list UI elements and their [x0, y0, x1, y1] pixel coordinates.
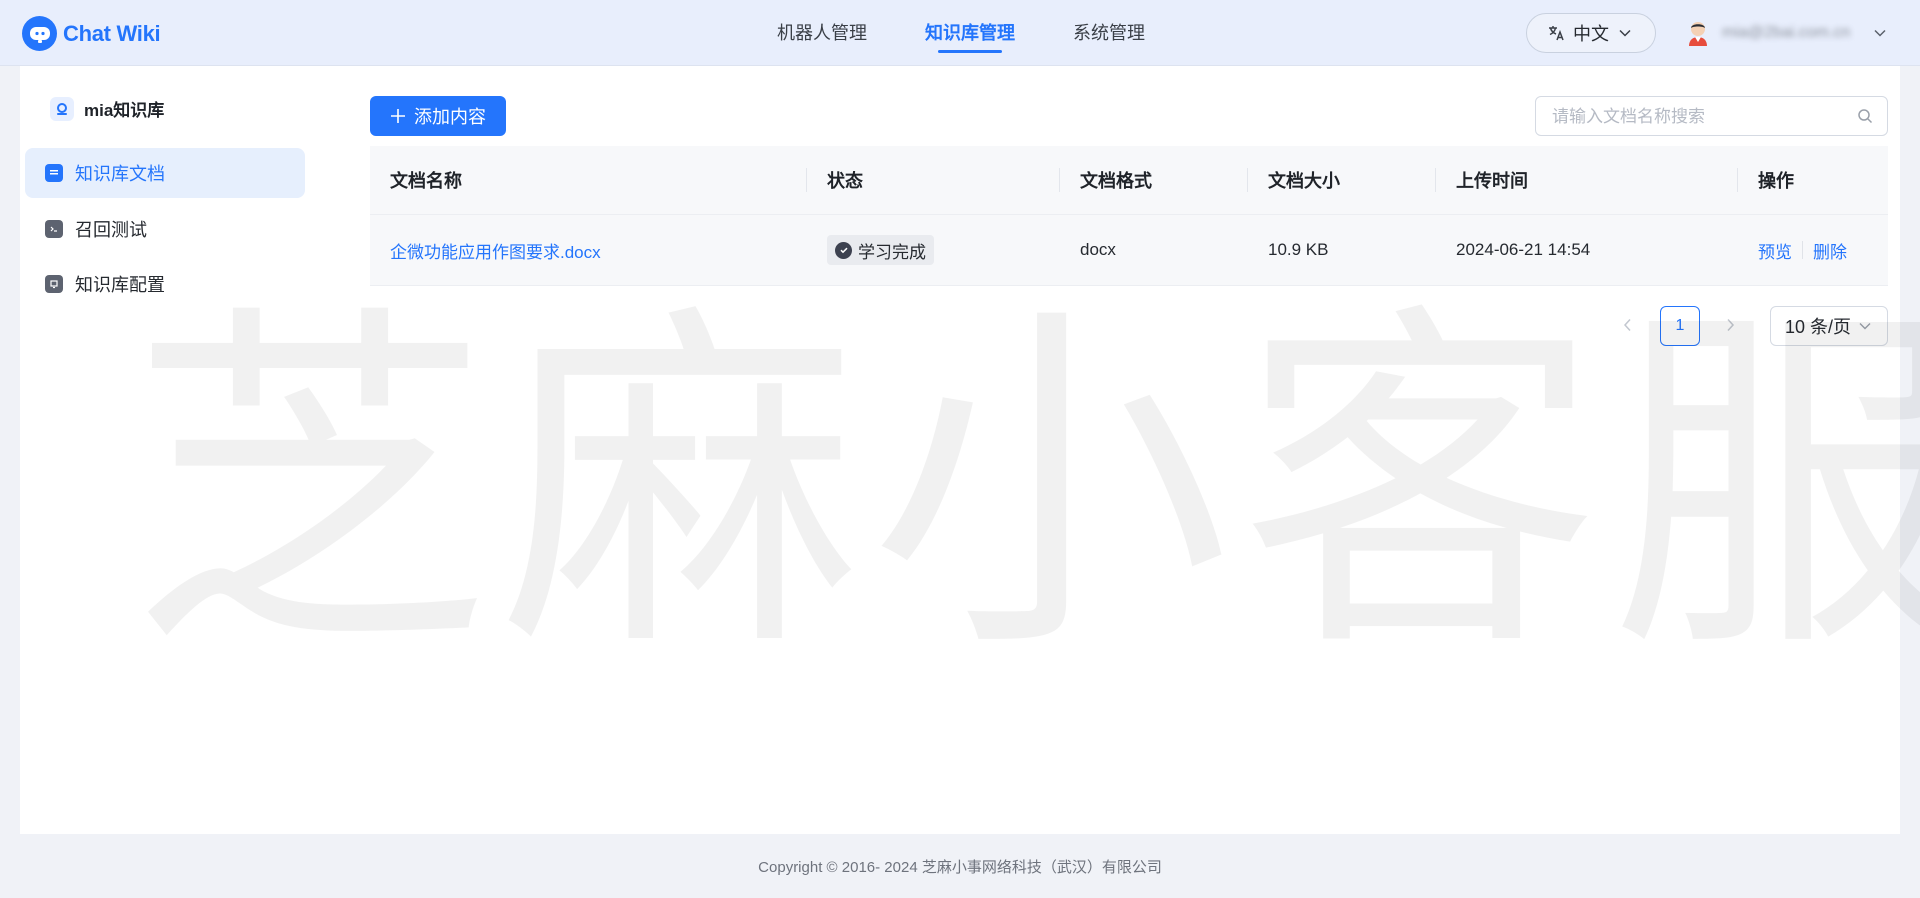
page-size-label: 10 条/页	[1785, 317, 1852, 337]
document-size: 10.9 KB	[1268, 240, 1329, 259]
user-email: mia@2bai.com.cn	[1722, 24, 1851, 41]
column-header-name: 文档名称	[390, 171, 462, 191]
document-format: docx	[1080, 240, 1116, 259]
sidebar-item-config[interactable]: 知识库配置	[25, 259, 305, 309]
search-icon[interactable]	[1857, 108, 1873, 129]
main-panel: mia知识库 知识库文档 召回测试 知识库配置 添加内容 文档名称	[20, 66, 1920, 834]
chevron-right-icon[interactable]	[1725, 316, 1735, 337]
pagination-page[interactable]: 1	[1660, 306, 1700, 346]
page-number: 1	[1675, 317, 1685, 334]
document-icon	[45, 164, 63, 182]
nav-knowledge-base-management-label: 知识库管理	[925, 23, 1015, 43]
nav-system-management-label: 系统管理	[1073, 23, 1145, 43]
nav-robot-management-label: 机器人管理	[777, 23, 867, 43]
column-header-status: 状态	[827, 171, 863, 191]
active-nav-indicator	[938, 50, 1002, 53]
search-input[interactable]	[1550, 97, 1854, 137]
sidebar-item-documents[interactable]: 知识库文档	[25, 148, 305, 198]
translate-icon	[1547, 24, 1565, 42]
nav-knowledge-base-management[interactable]: 知识库管理	[925, 0, 1015, 66]
column-divider	[1435, 168, 1436, 192]
watermark: 芝麻小客服	[130, 276, 1920, 695]
status-text: 学习完成	[858, 242, 926, 262]
knowledge-base-title: mia知识库	[50, 96, 164, 121]
knowledge-base-name: mia知识库	[84, 101, 165, 120]
documents-table: 文档名称 状态 文档格式 文档大小 上传时间 操作 企微功能应用作图要求.doc…	[370, 146, 1888, 286]
plus-icon	[390, 108, 406, 124]
sidebar-item-label: 召回测试	[75, 220, 147, 240]
table-row: 企微功能应用作图要求.docx 学习完成 docx 10.9 KB 2024-0…	[370, 215, 1888, 286]
preview-button[interactable]: 预览	[1758, 238, 1792, 263]
status-badge: 学习完成	[827, 235, 934, 265]
document-name-link[interactable]: 企微功能应用作图要求.docx	[390, 238, 601, 263]
document-upload-time: 2024-06-21 14:54	[1456, 240, 1591, 259]
column-header-actions: 操作	[1758, 171, 1794, 191]
action-divider	[1802, 241, 1803, 259]
chatbot-logo-icon	[22, 16, 57, 51]
column-header-format: 文档格式	[1080, 171, 1152, 191]
sidebar-item-label: 知识库文档	[75, 164, 165, 184]
top-header: Chat Wiki 机器人管理 知识库管理 系统管理 中文 mia@2bai.c…	[0, 0, 1920, 66]
brand-name: Chat Wiki	[63, 20, 161, 46]
sidebar-item-recall-test[interactable]: 召回测试	[25, 204, 305, 254]
avatar	[1686, 20, 1710, 46]
user-menu[interactable]: mia@2bai.com.cn	[1686, 20, 1886, 46]
column-divider	[1247, 168, 1248, 192]
column-divider	[1737, 168, 1738, 192]
column-header-upload-time: 上传时间	[1456, 171, 1528, 191]
column-divider	[1059, 168, 1060, 192]
knowledge-base-icon	[50, 96, 74, 121]
add-content-label: 添加内容	[414, 107, 486, 127]
delete-button[interactable]: 删除	[1813, 238, 1847, 263]
chevron-left-icon[interactable]	[1623, 316, 1633, 337]
table-header: 文档名称 状态 文档格式 文档大小 上传时间 操作	[370, 146, 1888, 215]
chevron-down-icon	[1619, 29, 1631, 37]
copyright-footer: Copyright © 2016- 2024 芝麻小事网络科技（武汉）有限公司	[758, 859, 1162, 876]
sidebar-item-label: 知识库配置	[75, 275, 165, 295]
page-size-select[interactable]: 10 条/页	[1770, 306, 1888, 346]
terminal-icon	[45, 220, 63, 238]
document-search[interactable]	[1535, 96, 1888, 137]
language-label: 中文	[1573, 24, 1609, 44]
nav-system-management[interactable]: 系统管理	[1073, 0, 1145, 66]
brand-logo[interactable]: Chat Wiki	[22, 16, 161, 51]
add-content-button[interactable]: 添加内容	[370, 96, 506, 136]
config-icon	[45, 275, 63, 293]
chevron-down-icon	[1874, 29, 1886, 37]
chevron-down-icon	[1859, 322, 1871, 330]
language-selector[interactable]: 中文	[1526, 13, 1656, 53]
column-divider	[806, 168, 807, 192]
check-circle-icon	[835, 241, 852, 259]
nav-robot-management[interactable]: 机器人管理	[777, 0, 867, 66]
column-header-size: 文档大小	[1268, 171, 1340, 191]
